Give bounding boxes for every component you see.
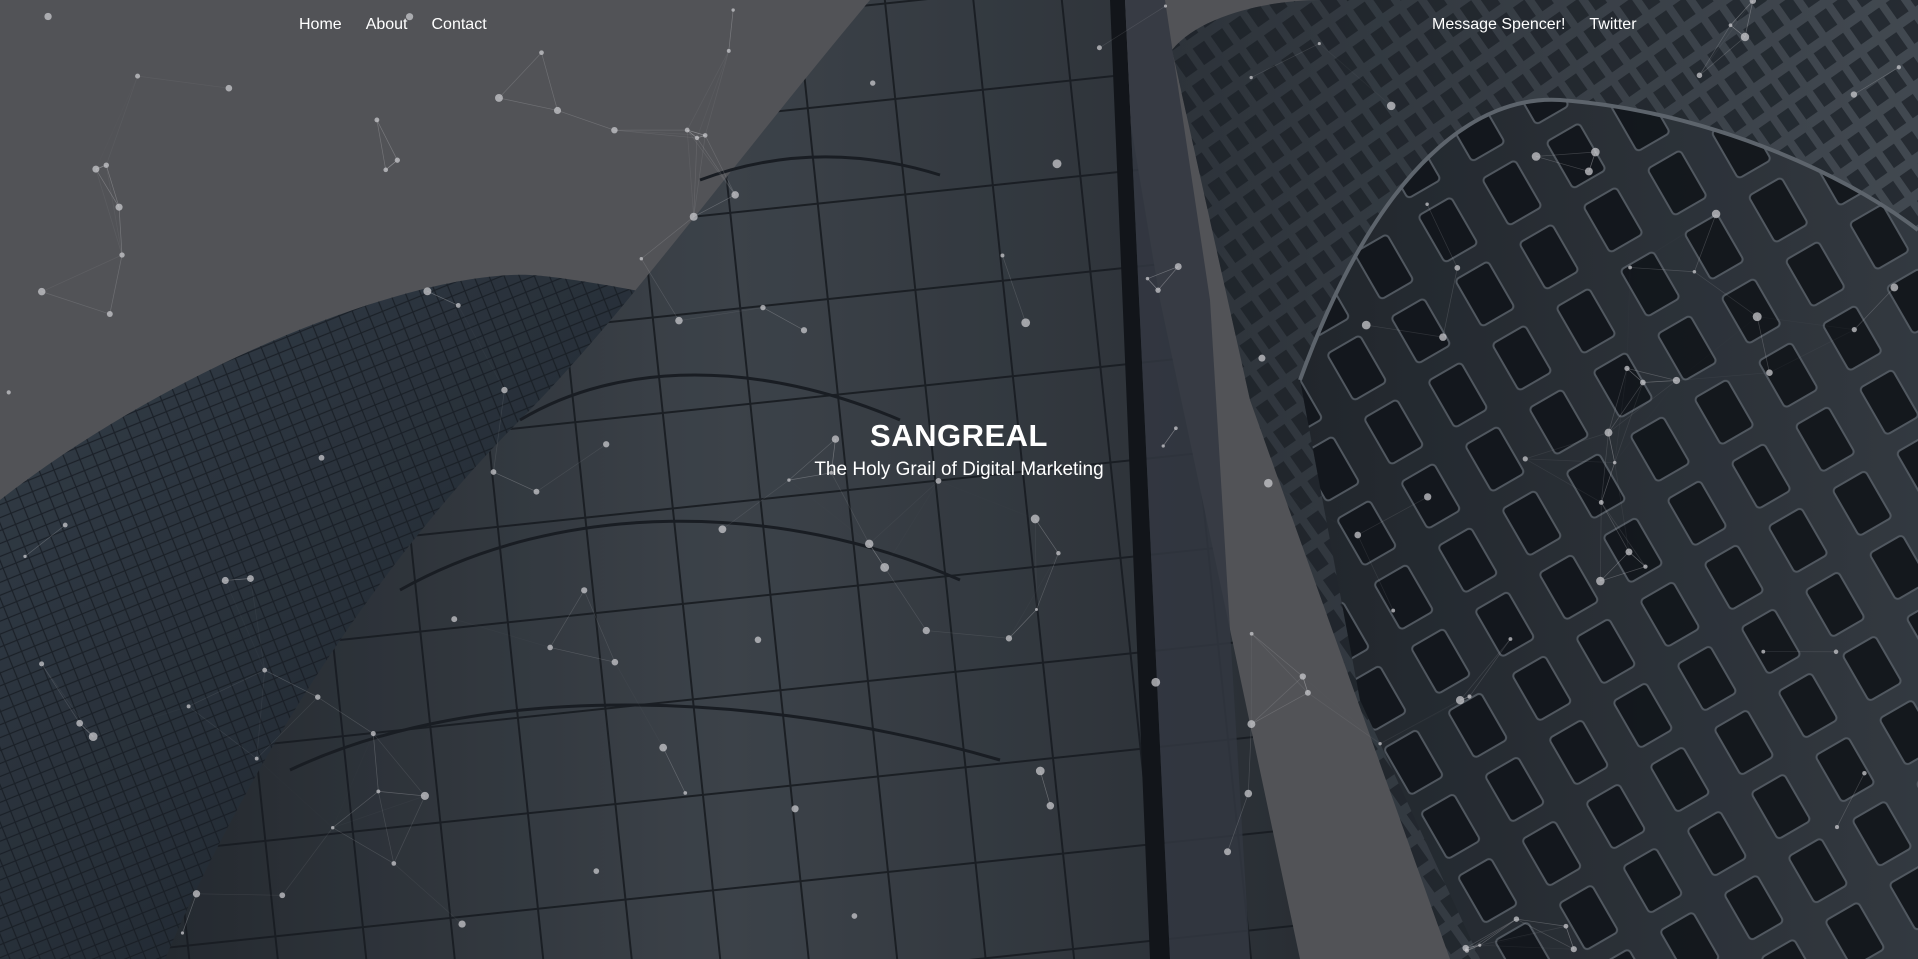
nav-link-contact[interactable]: Contact [432,16,487,34]
nav-link-message-spencer[interactable]: Message Spencer! [1432,16,1565,34]
nav-link-twitter[interactable]: Twitter [1589,16,1636,34]
nav-link-home[interactable]: Home [299,16,342,34]
secondary-nav: Message Spencer! Twitter [1432,16,1637,34]
site-title: SANGREAL [870,418,1048,453]
nav-link-about[interactable]: About [366,16,408,34]
primary-nav: Home About Contact [299,16,487,34]
site-tagline: The Holy Grail of Digital Marketing [814,459,1104,480]
hero-section: Home About Contact Message Spencer! Twit… [0,0,1918,959]
hero-text: SANGREAL The Holy Grail of Digital Marke… [0,416,1918,484]
